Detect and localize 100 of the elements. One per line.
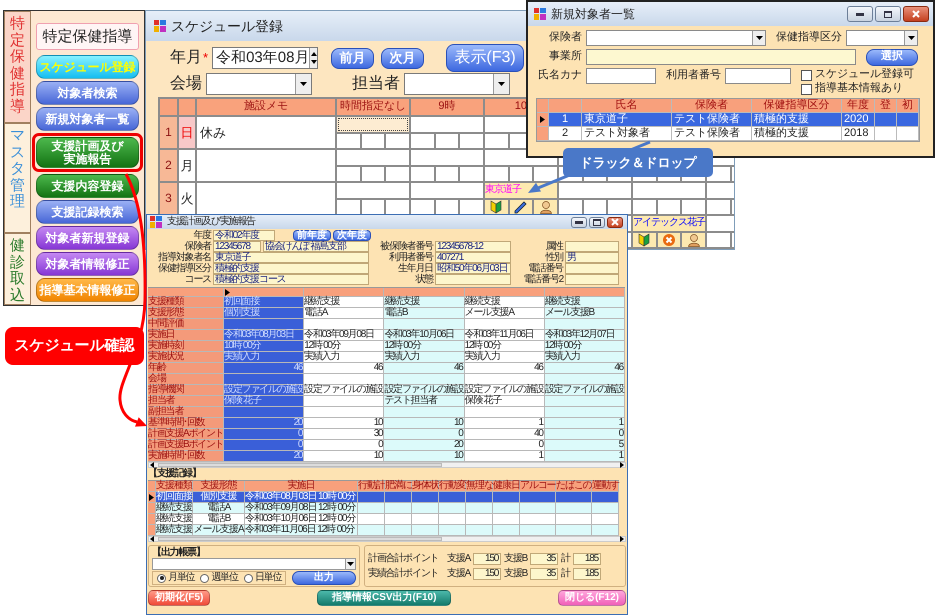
menu-button[interactable]: 対象者新規登録 bbox=[36, 226, 139, 250]
checkbox[interactable] bbox=[801, 70, 812, 80]
app-icon bbox=[150, 216, 162, 228]
menu-button[interactable]: 新規対象者一覧 bbox=[36, 107, 139, 131]
table-cell: 令和03年10月06日 12時 00分 bbox=[245, 514, 358, 525]
menu-button[interactable]: 対象者情報修正 bbox=[36, 252, 139, 276]
prev-month-button[interactable]: 前月 bbox=[331, 48, 374, 68]
row-label: 支援形態 bbox=[148, 308, 224, 319]
grid-cell: 0 bbox=[224, 429, 304, 440]
next-month-button[interactable]: 次月 bbox=[381, 48, 424, 68]
points-field: 150 bbox=[473, 568, 502, 580]
prev-year-button[interactable]: 前年度 bbox=[293, 230, 331, 241]
menu-button[interactable]: 支援計画及び実施報告 bbox=[36, 137, 139, 168]
table-cell bbox=[358, 514, 385, 525]
kana-field[interactable] bbox=[586, 68, 656, 84]
points-field: 185 bbox=[572, 552, 601, 564]
show-button[interactable]: 表示(F3) bbox=[446, 44, 524, 72]
menu-button[interactable]: 対象者検索 bbox=[36, 81, 139, 105]
minimize-button[interactable] bbox=[847, 6, 873, 22]
menu-button[interactable]: 支援内容登録 bbox=[36, 174, 139, 198]
output-button[interactable]: 出力 bbox=[292, 571, 356, 585]
info-field bbox=[565, 263, 619, 274]
person-icon[interactable] bbox=[534, 200, 557, 214]
caret-icon bbox=[904, 31, 917, 45]
side-tab[interactable]: 特定保健指導 bbox=[4, 11, 31, 123]
table-cell bbox=[358, 525, 385, 536]
field-label: 支援A bbox=[447, 568, 470, 580]
beginner-mark-icon[interactable] bbox=[632, 232, 656, 247]
table-cell bbox=[556, 492, 592, 503]
year-field[interactable]: 令和02年度 bbox=[213, 230, 275, 241]
menu-button[interactable]: 支援記録検索 bbox=[36, 200, 139, 224]
office-field[interactable] bbox=[586, 49, 856, 65]
staff-select[interactable] bbox=[404, 73, 510, 95]
info-field: 12345678 bbox=[213, 241, 261, 252]
slot-cell bbox=[460, 166, 483, 181]
row-label: 実施時刻 bbox=[148, 341, 224, 352]
person-icon[interactable] bbox=[682, 232, 705, 247]
close-button[interactable]: 閉じる(F12) bbox=[558, 590, 626, 606]
radio-button[interactable] bbox=[200, 574, 210, 582]
menu-button[interactable]: スケジュール登録 bbox=[36, 55, 139, 79]
close-button[interactable] bbox=[903, 6, 929, 22]
radio-button[interactable] bbox=[244, 574, 253, 582]
field-label: 利用者番号 bbox=[666, 69, 721, 83]
table-cell: メール支援A bbox=[193, 525, 245, 536]
table-cell: テスト保険者 bbox=[672, 127, 752, 141]
menu-button[interactable]: 指導基本情報修正 bbox=[36, 278, 139, 302]
field-label: 利用者番号 bbox=[388, 252, 433, 263]
table-cell: 令和03年08月03日 10時 00分 bbox=[245, 492, 358, 503]
slot-cell bbox=[337, 166, 360, 181]
insurer-select[interactable] bbox=[586, 30, 766, 46]
checkbox[interactable] bbox=[801, 84, 812, 94]
window-title: スケジュール登録 bbox=[171, 18, 283, 34]
venue-select[interactable] bbox=[206, 73, 312, 95]
spin-buttons[interactable] bbox=[309, 48, 318, 68]
points-field: 35 bbox=[530, 552, 558, 564]
grid-cell: 電話A bbox=[304, 308, 384, 319]
grid-cell: 20 bbox=[384, 440, 465, 451]
table-cell bbox=[466, 525, 493, 536]
info-field: 積極的支援コース bbox=[213, 274, 369, 285]
beginner-mark-icon[interactable] bbox=[484, 200, 508, 214]
scrollbar[interactable] bbox=[148, 462, 626, 468]
slot-cell bbox=[362, 200, 384, 214]
reset-button[interactable]: 初期化(F5) bbox=[148, 590, 210, 606]
minimize-button[interactable] bbox=[571, 216, 587, 228]
slot-cell bbox=[436, 166, 458, 181]
table-cell bbox=[358, 503, 385, 514]
side-tab[interactable]: マスタ管理 bbox=[4, 123, 31, 233]
maximize-button[interactable] bbox=[875, 6, 901, 22]
category-select[interactable] bbox=[846, 30, 918, 46]
field-label: コース bbox=[184, 274, 211, 285]
field-label: 支援B bbox=[504, 568, 528, 580]
grid-cell: 初回面接 bbox=[224, 297, 304, 308]
window-title: 新規対象者一覧 bbox=[551, 6, 635, 22]
next-year-button[interactable]: 次年度 bbox=[333, 230, 371, 241]
user-number-field[interactable] bbox=[725, 68, 791, 84]
column-header: 保健指導区分 bbox=[752, 99, 842, 113]
table-cell bbox=[358, 492, 385, 503]
select-button[interactable]: 選択 bbox=[866, 48, 918, 66]
table-cell bbox=[556, 503, 592, 514]
radio-button[interactable] bbox=[157, 574, 166, 582]
grid-cell: 0 bbox=[384, 429, 465, 440]
csv-export-button[interactable]: 指導情報CSV出力(F10) bbox=[316, 590, 452, 606]
booking-name: アイテックス花子 bbox=[632, 216, 705, 230]
month-field[interactable]: 令和03年08月 bbox=[212, 47, 318, 69]
table-cell bbox=[493, 503, 520, 514]
slot-cell bbox=[386, 166, 409, 181]
table-cell bbox=[466, 514, 493, 525]
side-tab[interactable]: 健診取込 bbox=[4, 233, 31, 305]
maximize-button[interactable] bbox=[589, 216, 605, 228]
table-cell: 2020 bbox=[842, 113, 875, 127]
section-title: 特定保健指導 bbox=[36, 23, 139, 50]
pencil-icon[interactable] bbox=[510, 200, 532, 214]
table-cell bbox=[466, 492, 493, 503]
slot-cell bbox=[510, 166, 532, 181]
row-label: 支援種類 bbox=[148, 297, 224, 308]
slot-cell bbox=[362, 166, 384, 181]
slot-cell bbox=[410, 134, 434, 148]
scrollbar[interactable] bbox=[148, 536, 626, 542]
close-button[interactable] bbox=[607, 216, 623, 228]
table-cell: 継続支援 bbox=[156, 503, 193, 514]
